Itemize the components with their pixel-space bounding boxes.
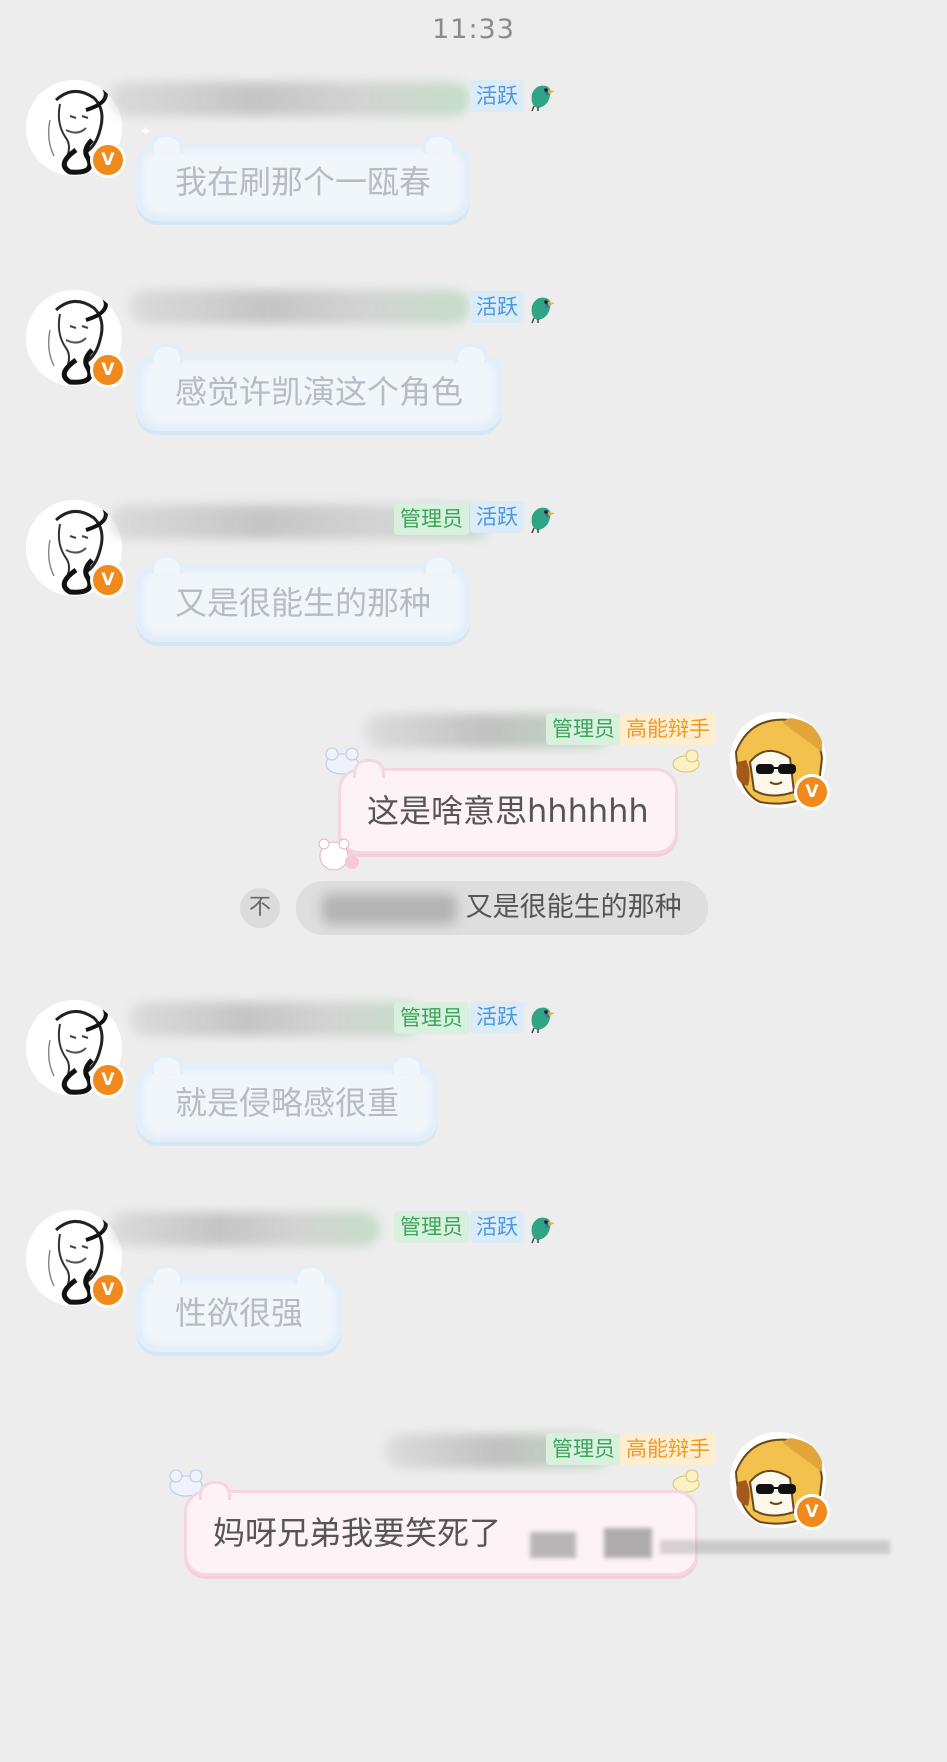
verified-badge: V: [90, 352, 126, 388]
tag-admin: 管理员: [394, 503, 469, 535]
duck-sticker-icon: [672, 749, 700, 773]
message-bubble[interactable]: 这是啥意思hhhhhh: [338, 759, 678, 854]
user-avatar[interactable]: V: [26, 290, 126, 388]
verified-badge: V: [794, 774, 830, 810]
username-blurred: [130, 1002, 420, 1036]
quoted-username-blurred: [322, 893, 457, 924]
verified-badge: V: [794, 1494, 830, 1530]
message-bubble[interactable]: 性欲很强: [136, 1265, 343, 1352]
my-avatar[interactable]: V: [730, 1432, 830, 1530]
bird-icon: [526, 1212, 556, 1244]
bird-icon: [526, 1002, 556, 1034]
user-avatar[interactable]: V: [26, 1210, 126, 1308]
quote-icon: 不: [240, 888, 280, 928]
status-time: 11:33: [432, 14, 515, 45]
tag-admin: 管理员: [394, 1002, 469, 1034]
pixelated-blur: [604, 1528, 652, 1558]
tag-admin: 管理员: [546, 1433, 621, 1465]
bear-sticker-icon: [318, 838, 359, 871]
message-bubble[interactable]: 我在刷那个一瓯春: [136, 134, 471, 221]
bird-icon: [526, 80, 556, 112]
pixelated-blur: [530, 1532, 576, 1558]
message-bubble[interactable]: 感觉许凯演这个角色: [136, 344, 503, 431]
user-avatar[interactable]: V: [26, 500, 126, 598]
verified-badge: V: [90, 1272, 126, 1308]
quoted-message[interactable]: 又是很能生的那种: [296, 881, 708, 935]
message-bubble[interactable]: 就是侵略感很重: [136, 1055, 439, 1142]
tag-active: 活跃: [470, 1211, 524, 1243]
bird-icon: [526, 502, 556, 534]
message-bubble[interactable]: 又是很能生的那种: [136, 555, 471, 642]
verified-badge: V: [90, 1062, 126, 1098]
user-avatar[interactable]: V: [26, 80, 126, 178]
verified-badge: V: [90, 142, 126, 178]
tag-debater: 高能辩手: [620, 1433, 716, 1465]
quoted-text: 又是很能生的那种: [465, 892, 682, 923]
tag-debater: 高能辩手: [620, 713, 716, 745]
tag-active: 活跃: [470, 501, 524, 533]
tag-active: 活跃: [470, 80, 524, 112]
username-blurred: [130, 290, 470, 324]
my-avatar[interactable]: V: [730, 712, 830, 810]
tag-active: 活跃: [470, 291, 524, 323]
pixelated-blur: [660, 1540, 890, 1554]
user-avatar[interactable]: V: [26, 1000, 126, 1098]
tag-active: 活跃: [470, 1001, 524, 1033]
username-blurred: [110, 1212, 380, 1246]
message-text: 妈呀兄弟我要笑死了: [213, 1514, 502, 1552]
tag-admin: 管理员: [546, 713, 621, 745]
verified-badge: V: [90, 562, 126, 598]
username-blurred: [110, 82, 470, 116]
bird-icon: [526, 292, 556, 324]
tag-admin: 管理员: [394, 1211, 469, 1243]
